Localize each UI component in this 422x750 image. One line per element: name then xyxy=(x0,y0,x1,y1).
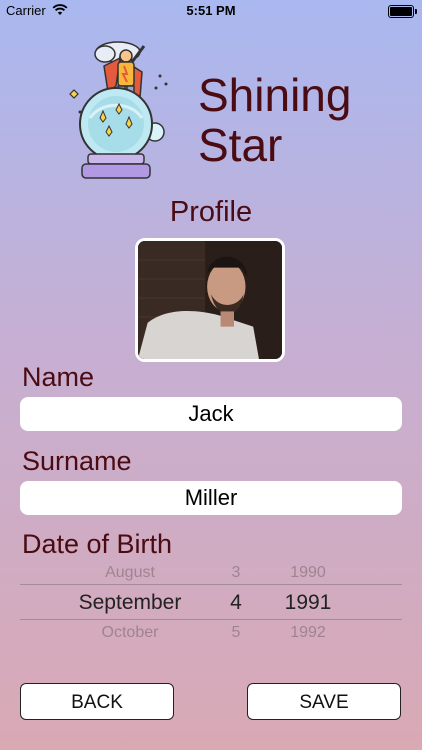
app-title-line2: Star xyxy=(198,119,283,171)
app-title: Shining Star xyxy=(198,70,351,170)
picker-year-above[interactable]: 1990 xyxy=(278,564,338,582)
picker-year-selected[interactable]: 1991 xyxy=(278,591,338,615)
picker-month-selected[interactable]: September xyxy=(60,591,200,615)
dob-label: Date of Birth xyxy=(22,529,173,559)
picker-divider-bottom xyxy=(20,619,402,620)
picker-day-below[interactable]: 5 xyxy=(216,624,256,638)
surname-field[interactable]: Miller xyxy=(20,481,402,515)
back-button[interactable]: BACK xyxy=(20,683,174,720)
date-picker[interactable]: August 3 1990 September 4 1991 October 5… xyxy=(20,560,402,640)
save-button[interactable]: SAVE xyxy=(247,683,401,720)
picker-year-below[interactable]: 1992 xyxy=(278,624,338,638)
picker-row-above[interactable]: August 3 1990 xyxy=(20,564,402,584)
status-time: 5:51 PM xyxy=(186,3,236,18)
profile-avatar[interactable] xyxy=(135,238,285,362)
picker-month-above[interactable]: August xyxy=(60,564,200,582)
battery-icon xyxy=(388,5,417,18)
name-field[interactable]: Jack xyxy=(20,397,402,431)
page-title: Profile xyxy=(169,196,253,228)
picker-day-above[interactable]: 3 xyxy=(216,564,256,582)
picker-divider-top xyxy=(20,584,402,585)
picker-row-below[interactable]: October 5 1992 xyxy=(20,624,402,638)
picker-day-selected[interactable]: 4 xyxy=(216,591,256,615)
profile-photo xyxy=(138,241,282,359)
app-title-line1: Shining xyxy=(198,69,352,121)
status-bar: Carrier 5:51 PM xyxy=(0,0,422,22)
crystal-ball-logo-icon xyxy=(69,41,168,179)
surname-label: Surname xyxy=(22,446,132,476)
picker-row-selected[interactable]: September 4 1991 xyxy=(20,591,402,614)
name-label: Name xyxy=(22,362,95,392)
picker-month-below[interactable]: October xyxy=(60,624,200,638)
